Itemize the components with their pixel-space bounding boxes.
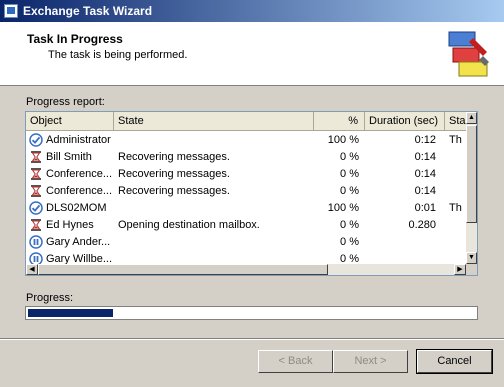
progress-report-label: Progress report: — [26, 96, 105, 108]
cell-status — [449, 183, 466, 200]
cell-status: Th — [449, 134, 462, 146]
cell-duration — [365, 234, 436, 251]
button-divider — [0, 338, 504, 340]
check-circle-icon — [29, 133, 43, 147]
column-header-duration[interactable]: Duration (sec) — [365, 112, 445, 130]
cell-object: Conference... — [46, 185, 113, 197]
cell-state — [118, 132, 314, 149]
cell-percent: 100 % — [327, 134, 359, 146]
cell-state: Recovering messages. — [118, 168, 230, 180]
progress-bar — [25, 306, 478, 320]
progress-label: Progress: — [26, 292, 74, 304]
hourglass-icon — [31, 168, 41, 180]
cell-state — [118, 200, 314, 217]
column-header-state[interactable]: State — [114, 112, 314, 130]
cell-percent: 0 % — [340, 236, 359, 248]
scroll-right-arrow-icon[interactable]: ▶ — [454, 264, 466, 275]
cell-object: DLS02MOM — [46, 202, 107, 214]
vertical-scrollbar[interactable]: ▲ ▼ — [466, 112, 477, 264]
hourglass-icon — [31, 185, 41, 197]
cell-percent: 0 % — [340, 185, 359, 197]
cell-object: Conference... — [46, 168, 113, 180]
horizontal-scroll-thumb[interactable] — [38, 264, 328, 275]
scroll-up-arrow-icon[interactable]: ▲ — [466, 112, 477, 124]
cell-state: Recovering messages. — [118, 185, 230, 197]
cell-state: Opening destination mailbox. — [118, 219, 260, 231]
list-header: Object State % Duration (sec) Sta — [26, 112, 466, 131]
next-button[interactable]: Next > — [333, 350, 408, 373]
scroll-left-arrow-icon[interactable]: ◀ — [26, 264, 38, 275]
cell-object: Ed Hynes — [46, 219, 94, 231]
horizontal-scrollbar[interactable]: ◀ ▶ — [26, 264, 466, 275]
table-row[interactable]: Administrator 100 % 0:12 Th — [26, 132, 466, 149]
cell-status — [449, 234, 466, 251]
page-subtitle: The task is being performed. — [48, 49, 188, 61]
column-header-status[interactable]: Sta — [445, 112, 466, 130]
scroll-corner — [466, 264, 477, 275]
cell-state — [118, 234, 314, 251]
table-row[interactable]: Conference... Recovering messages. 0 % 0:14 — [26, 183, 466, 200]
table-row[interactable]: Conference... Recovering messages. 0 % 0:14 — [26, 166, 466, 183]
cell-duration: 0:14 — [414, 168, 436, 180]
wizard-header: Task In Progress The task is being perfo… — [0, 22, 504, 86]
cell-object: Administrator — [46, 134, 111, 146]
title-bar: Exchange Task Wizard — [0, 0, 504, 22]
window-title: Exchange Task Wizard — [23, 4, 153, 18]
column-header-object[interactable]: Object — [26, 112, 114, 130]
cell-status — [449, 217, 466, 234]
cancel-button[interactable]: Cancel — [416, 349, 493, 374]
cell-status — [449, 149, 466, 166]
cell-state: Recovering messages. — [118, 151, 230, 163]
column-header-percent[interactable]: % — [314, 112, 365, 130]
cell-object: Gary Ander... — [46, 236, 111, 248]
wizard-task-icon — [448, 31, 489, 77]
cell-duration: 0:01 — [414, 202, 436, 214]
cell-status: Th — [449, 202, 462, 214]
back-button[interactable]: < Back — [258, 350, 333, 373]
progress-report-list[interactable]: Object State % Duration (sec) Sta Admini… — [25, 111, 478, 276]
cell-percent: 0 % — [340, 168, 359, 180]
hourglass-icon — [31, 151, 41, 163]
vertical-scroll-thumb[interactable] — [466, 125, 477, 223]
cell-percent: 100 % — [327, 202, 359, 214]
progress-fill — [28, 309, 113, 317]
check-circle-icon — [29, 201, 43, 215]
page-title: Task In Progress — [27, 32, 123, 46]
cell-percent: 0 % — [340, 151, 359, 163]
table-row[interactable]: Gary Ander... 0 % — [26, 234, 466, 251]
cell-duration: 0:14 — [414, 151, 436, 163]
pause-circle-icon — [29, 235, 43, 249]
cell-duration: 0:14 — [414, 185, 436, 197]
table-row[interactable]: Bill Smith Recovering messages. 0 % 0:14 — [26, 149, 466, 166]
cell-object: Bill Smith — [46, 151, 92, 163]
app-icon — [4, 4, 18, 18]
cell-duration: 0.280 — [408, 219, 436, 231]
table-row[interactable]: DLS02MOM 100 % 0:01 Th — [26, 200, 466, 217]
cell-duration: 0:12 — [414, 134, 436, 146]
cell-status — [449, 166, 466, 183]
table-row[interactable]: Ed Hynes Opening destination mailbox. 0 % 0… — [26, 217, 466, 234]
scroll-down-arrow-icon[interactable]: ▼ — [466, 252, 477, 264]
cell-percent: 0 % — [340, 219, 359, 231]
hourglass-icon — [31, 219, 41, 231]
